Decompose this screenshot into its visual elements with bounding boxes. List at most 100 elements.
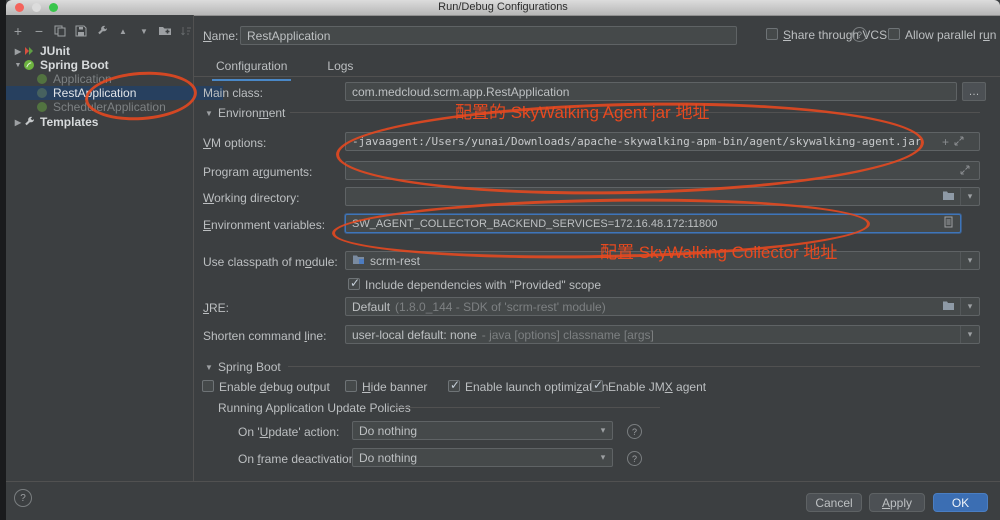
hide-banner-checkbox[interactable] xyxy=(345,380,357,392)
window-title: Run/Debug Configurations xyxy=(6,1,1000,13)
main-class-label: Main class: xyxy=(203,86,263,100)
chevron-down-icon[interactable]: ▾ xyxy=(960,298,979,315)
chevron-down-icon[interactable]: ▾ xyxy=(960,188,979,205)
tab-bar: Configuration Logs xyxy=(212,56,357,81)
use-classpath-label: Use classpath of module: xyxy=(203,255,338,269)
spring-app-icon xyxy=(36,87,49,99)
share-vcs-checkbox[interactable] xyxy=(766,28,778,40)
enable-debug-output-checkbox[interactable] xyxy=(202,380,214,392)
tab-logs[interactable]: Logs xyxy=(323,56,357,81)
shorten-value: user-local default: none xyxy=(352,328,477,342)
titlebar: Run/Debug Configurations xyxy=(6,0,1000,16)
name-input[interactable] xyxy=(240,26,737,45)
spring-boot-icon xyxy=(23,59,36,71)
annotation-agent-note: 配置的 SkyWalking Agent jar 地址 xyxy=(455,98,709,123)
spring-boot-section-chevron-icon[interactable]: ▼ xyxy=(205,363,213,372)
jre-label: JRE: xyxy=(203,301,229,315)
chevron-down-icon[interactable]: ▾ xyxy=(960,252,979,269)
save-configuration-icon[interactable] xyxy=(73,23,89,39)
enable-jmx-agent-checkbox[interactable] xyxy=(591,380,603,392)
tree-item-spring-boot[interactable]: ▼ Spring Boot xyxy=(6,58,193,72)
tree-item-templates[interactable]: ▶ Templates xyxy=(6,115,193,129)
add-configuration-icon[interactable]: + xyxy=(10,23,26,39)
shorten-command-line-combo[interactable]: user-local default: none - java [options… xyxy=(345,325,980,344)
allow-parallel-label: Allow parallel run xyxy=(905,28,996,42)
on-update-action-combo[interactable]: Do nothing ▾ xyxy=(352,421,613,440)
program-arguments-input[interactable] xyxy=(345,161,980,180)
update-policies-title: Running Application Update Policies xyxy=(218,401,411,415)
working-directory-label: Working directory: xyxy=(203,191,299,205)
tree-item-scheduler-application[interactable]: SchedulerApplication xyxy=(6,100,223,114)
chevron-right-icon[interactable]: ▶ xyxy=(13,118,23,127)
chevron-down-icon[interactable]: ▾ xyxy=(960,326,979,343)
enable-launch-optimization-label: Enable launch optimization xyxy=(465,380,608,394)
name-label: Name: xyxy=(203,29,238,43)
update-policies-rule xyxy=(392,407,660,408)
shorten-hint: - java [options] classname [args] xyxy=(482,328,654,342)
expand-field-icon[interactable] xyxy=(954,133,964,151)
share-vcs-help-icon[interactable]: ? xyxy=(852,27,867,42)
module-value: scrm-rest xyxy=(370,254,420,268)
tree-item-label: Application xyxy=(53,72,112,86)
cancel-button[interactable]: Cancel xyxy=(806,493,862,512)
spring-boot-section-rule xyxy=(288,366,980,367)
spring-boot-section-title: Spring Boot xyxy=(218,360,281,374)
templates-wrench-icon xyxy=(23,116,36,128)
jre-hint: (1.8.0_144 - SDK of 'scrm-rest' module) xyxy=(395,300,937,314)
on-update-action-value: Do nothing xyxy=(359,424,417,438)
expand-field-icon[interactable] xyxy=(960,162,970,180)
edit-variables-icon[interactable] xyxy=(944,215,953,233)
tree-item-label: Templates xyxy=(40,115,98,129)
ok-button[interactable]: OK xyxy=(933,493,988,512)
on-update-help-icon[interactable]: ? xyxy=(627,424,642,439)
chevron-down-icon[interactable]: ▼ xyxy=(13,62,23,69)
spring-app-icon xyxy=(36,101,49,113)
jre-combo[interactable]: Default (1.8.0_144 - SDK of 'scrm-rest' … xyxy=(345,297,980,316)
new-folder-icon[interactable] xyxy=(157,23,173,39)
chevron-down-icon[interactable]: ▾ xyxy=(594,449,612,466)
copy-configuration-icon[interactable] xyxy=(52,23,68,39)
main-class-input[interactable] xyxy=(345,82,957,101)
chevron-right-icon[interactable]: ▶ xyxy=(13,47,23,56)
browse-main-class-button[interactable]: … xyxy=(962,82,986,101)
move-up-icon[interactable]: ▲ xyxy=(115,23,131,39)
sort-configurations-icon xyxy=(178,23,194,39)
chevron-down-icon[interactable]: ▾ xyxy=(594,422,612,439)
environment-section-rule xyxy=(290,112,980,113)
spring-app-icon xyxy=(36,73,49,85)
environment-section-chevron-icon[interactable]: ▼ xyxy=(205,109,213,118)
tab-configuration[interactable]: Configuration xyxy=(212,56,291,81)
on-frame-deactivation-value: Do nothing xyxy=(359,451,417,465)
configurations-toolbar: + − ▲ ▼ xyxy=(10,23,194,39)
remove-configuration-icon[interactable]: − xyxy=(31,23,47,39)
share-vcs-label: Share through VCS xyxy=(783,28,887,42)
tree-item-label: Spring Boot xyxy=(40,58,109,72)
tree-item-junit[interactable]: ▶ JUnit xyxy=(6,44,193,58)
working-directory-combo[interactable]: ▾ xyxy=(345,187,980,206)
vm-options-input[interactable] xyxy=(345,132,980,151)
move-down-icon[interactable]: ▼ xyxy=(136,23,152,39)
module-combo[interactable]: scrm-rest ▾ xyxy=(345,251,980,270)
vm-options-label: VM options: xyxy=(203,136,266,150)
include-provided-checkbox[interactable] xyxy=(348,278,360,290)
enable-debug-output-label: Enable debug output xyxy=(219,380,330,394)
folder-icon[interactable] xyxy=(942,190,955,204)
tree-item-label: SchedulerApplication xyxy=(53,100,166,114)
on-frame-deactivation-label: On frame deactivation: xyxy=(238,452,359,466)
junit-icon xyxy=(23,45,36,57)
tree-item-application[interactable]: Application xyxy=(6,72,223,86)
tree-item-label: RestApplication xyxy=(53,86,136,100)
allow-parallel-checkbox[interactable] xyxy=(888,28,900,40)
edit-templates-wrench-icon[interactable] xyxy=(94,23,110,39)
on-frame-deactivation-combo[interactable]: Do nothing ▾ xyxy=(352,448,613,467)
tree-item-rest-application[interactable]: RestApplication xyxy=(6,86,223,100)
on-frame-help-icon[interactable]: ? xyxy=(627,451,642,466)
enable-launch-optimization-checkbox[interactable] xyxy=(448,380,460,392)
environment-variables-input[interactable] xyxy=(345,214,961,233)
folder-icon[interactable] xyxy=(942,300,955,314)
environment-section-title: Environment xyxy=(218,106,285,120)
add-vm-option-icon[interactable]: + xyxy=(942,135,949,149)
apply-button[interactable]: Apply xyxy=(869,493,925,512)
dialog-help-icon[interactable]: ? xyxy=(14,489,32,507)
hide-banner-label: Hide banner xyxy=(362,380,427,394)
